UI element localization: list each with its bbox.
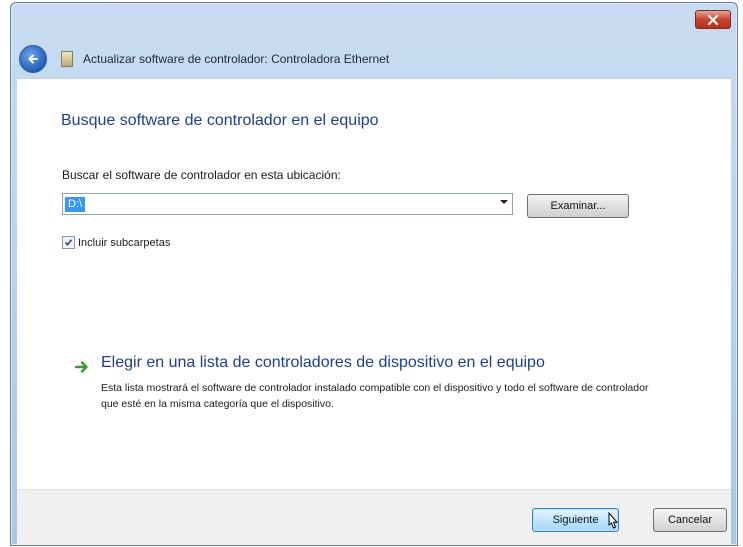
dropdown-arrow-icon[interactable]	[500, 200, 508, 204]
choose-from-list-description: Esta lista mostrará el software de contr…	[101, 382, 649, 410]
green-arrow-icon[interactable]	[75, 360, 89, 374]
path-label: Buscar el software de controlador en est…	[62, 168, 341, 182]
checkmark-icon	[64, 239, 73, 247]
include-subfolders-row[interactable]: Incluir subcarpetas	[62, 236, 170, 249]
page-heading: Busque software de controlador en el equ…	[61, 112, 379, 129]
include-subfolders-label[interactable]: Incluir subcarpetas	[78, 237, 170, 249]
include-subfolders-checkbox[interactable]	[62, 236, 75, 249]
back-button[interactable]	[19, 45, 47, 73]
dialog-footer: Siguiente Cancelar	[17, 489, 731, 545]
path-combobox[interactable]: D:\	[62, 193, 513, 215]
cancel-button[interactable]: Cancelar	[653, 508, 727, 532]
close-button[interactable]	[695, 10, 731, 29]
content-area: Busque software de controlador en el equ…	[17, 78, 731, 490]
mouse-cursor-icon	[608, 512, 619, 529]
driver-update-dialog: Actualizar software de controlador: Cont…	[10, 2, 738, 546]
path-value[interactable]: D:\	[65, 196, 86, 212]
window-title: Actualizar software de controlador: Cont…	[83, 52, 390, 66]
back-arrow-icon	[28, 54, 38, 64]
device-icon	[61, 51, 73, 67]
close-icon	[708, 14, 718, 25]
title-bar: Actualizar software de controlador: Cont…	[17, 39, 731, 79]
screenshot-frame: Actualizar software de controlador: Cont…	[0, 0, 743, 547]
choose-from-list-link[interactable]: Elegir en una lista de controladores de …	[101, 354, 545, 372]
browse-button[interactable]: Examinar...	[527, 194, 629, 218]
